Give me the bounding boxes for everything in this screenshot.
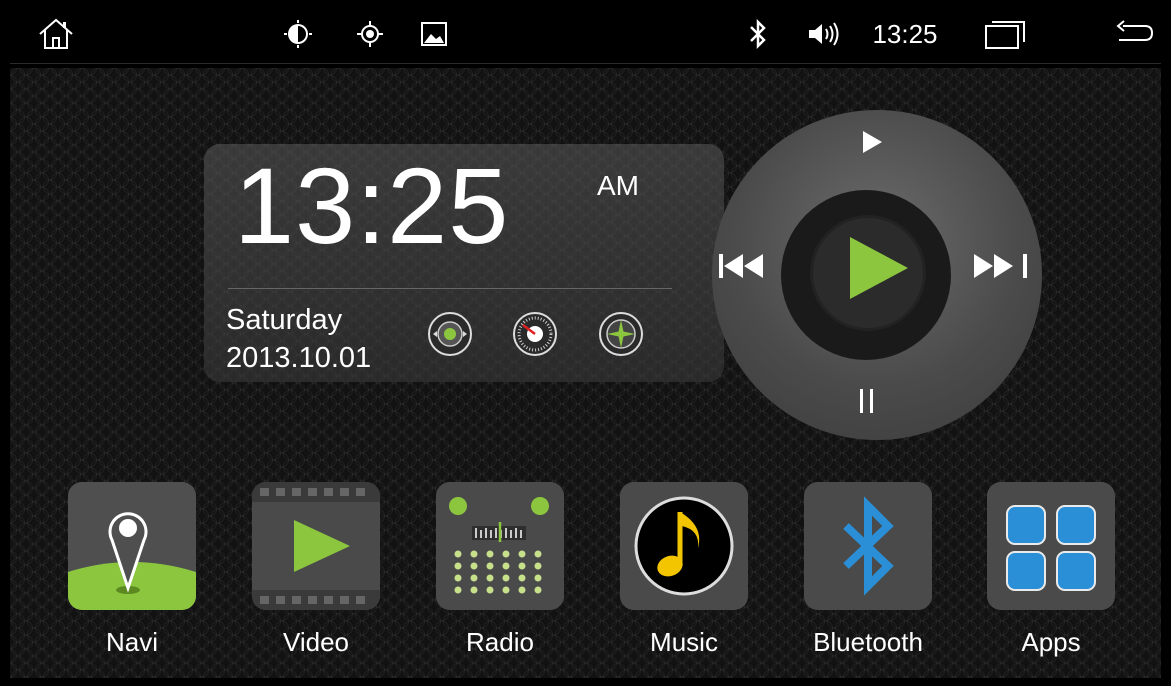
navi-label: Navi xyxy=(105,627,158,657)
apps-app-button[interactable] xyxy=(987,482,1115,610)
speedometer-icon xyxy=(512,311,558,357)
previous-button[interactable] xyxy=(710,250,770,282)
brightness-icon[interactable] xyxy=(278,5,318,63)
gps-icon[interactable] xyxy=(350,5,390,63)
radio-gauge-icon xyxy=(427,311,473,357)
clock-day: Saturday xyxy=(226,304,343,336)
apps-label: Apps xyxy=(1021,627,1081,657)
bluetooth-icon[interactable] xyxy=(740,5,776,63)
radio-label: Radio xyxy=(466,627,534,657)
recent-apps-icon[interactable] xyxy=(980,5,1032,63)
video-app-button[interactable] xyxy=(252,482,380,610)
bluetooth-label: Bluetooth xyxy=(813,627,923,657)
play-button[interactable] xyxy=(830,228,920,308)
video-label: Video xyxy=(282,627,350,657)
apps-grid-icon xyxy=(987,482,1115,610)
next-button[interactable] xyxy=(968,250,1034,282)
status-time: 13:25 xyxy=(872,18,938,49)
status-bar: 13:25 xyxy=(10,5,1161,64)
clock-ampm: AM xyxy=(597,170,639,201)
bluetooth-app-icon xyxy=(804,482,932,610)
play-small-button[interactable] xyxy=(856,126,888,158)
clock-date: 2013.10.01 xyxy=(226,342,372,374)
home-icon[interactable] xyxy=(32,5,80,63)
bluetooth-app-button[interactable] xyxy=(804,482,932,610)
music-app-button[interactable] xyxy=(620,482,748,610)
radio-app-button[interactable] xyxy=(436,482,564,610)
music-note-icon xyxy=(620,482,748,610)
compass-icon xyxy=(598,311,644,357)
wallpaper-icon[interactable] xyxy=(414,5,454,63)
navi-app-button[interactable] xyxy=(68,482,196,610)
clock-divider xyxy=(228,288,672,289)
back-icon[interactable] xyxy=(1110,5,1160,63)
radio-icon xyxy=(436,482,564,610)
pause-button[interactable] xyxy=(852,386,882,416)
volume-icon[interactable] xyxy=(800,5,850,63)
navi-map-pin-icon xyxy=(68,482,196,610)
music-label: Music xyxy=(650,627,718,657)
film-strip-icon xyxy=(252,482,380,610)
clock-time: 13:25 xyxy=(234,145,510,266)
